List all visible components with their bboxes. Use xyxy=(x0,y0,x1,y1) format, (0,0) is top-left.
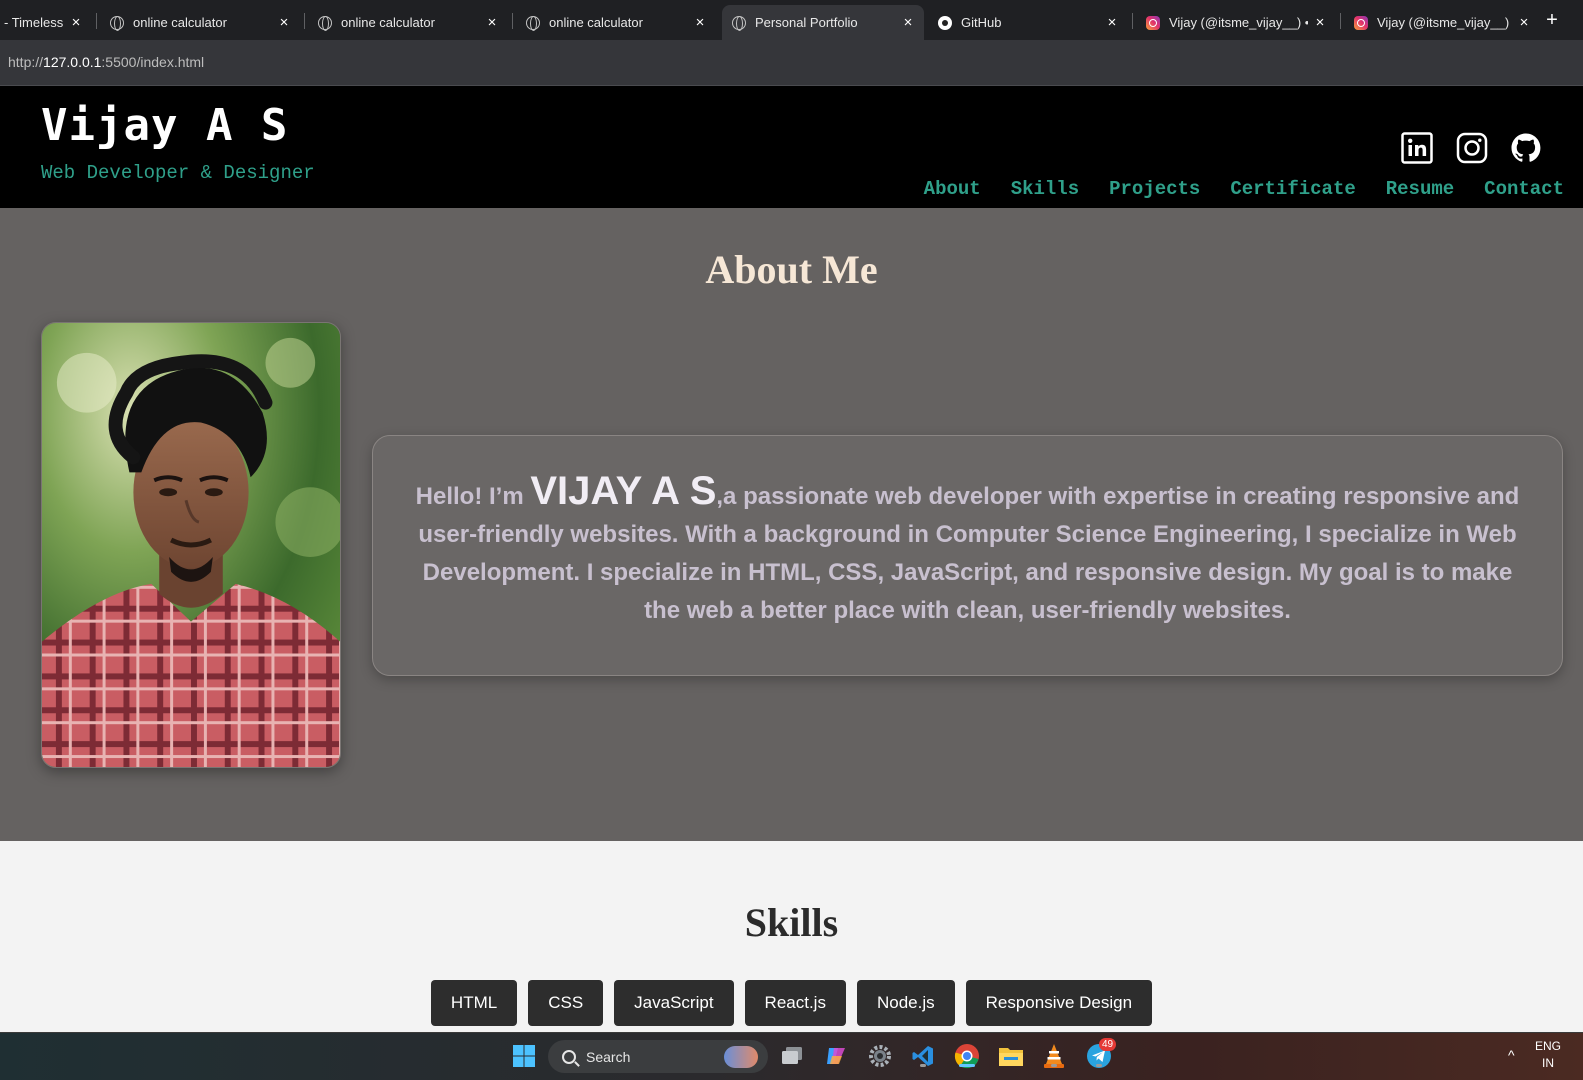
tab-personal-portfolio[interactable]: Personal Portfolio × xyxy=(722,5,924,40)
about-section: About Me Hello! I’m VIJAY A S,a passiona… xyxy=(0,208,1583,841)
globe-icon xyxy=(732,15,746,31)
tab-github[interactable]: GitHub × xyxy=(928,5,1128,40)
nav-contact[interactable]: Contact xyxy=(1484,178,1564,200)
github-icon[interactable] xyxy=(1510,132,1542,164)
tab-online-calculator-1[interactable]: online calculator × xyxy=(100,5,300,40)
profile-photo xyxy=(41,322,341,768)
skills-list: HTML CSS JavaScript React.js Node.js Res… xyxy=(0,980,1583,1026)
language-indicator[interactable]: ENG IN xyxy=(1535,1038,1561,1072)
running-indicator xyxy=(1096,1064,1102,1067)
skill-chip-css: CSS xyxy=(528,980,604,1026)
skill-chip-html: HTML xyxy=(430,980,518,1026)
language-region: IN xyxy=(1541,1056,1554,1070)
notification-badge: 49 xyxy=(1099,1038,1117,1051)
language-code: ENG xyxy=(1534,1039,1561,1053)
tab-label: Personal Portfolio xyxy=(755,15,858,30)
tab-label: online calculator xyxy=(549,15,643,30)
new-tab-button[interactable]: + xyxy=(1540,5,1564,35)
nav-resume[interactable]: Resume xyxy=(1386,178,1454,200)
url-text[interactable]: http://127.0.0.1:5500/index.html xyxy=(8,54,204,70)
running-indicator xyxy=(1051,1064,1057,1067)
taskbar-search-label: Search xyxy=(586,1048,631,1065)
file-explorer-icon[interactable] xyxy=(997,1042,1025,1070)
tab-close-icon[interactable]: × xyxy=(64,14,88,31)
tab-close-icon[interactable]: × xyxy=(272,14,296,31)
tab-separator xyxy=(96,13,97,29)
tab-separator xyxy=(1340,13,1341,29)
vlc-icon[interactable] xyxy=(1040,1042,1068,1070)
github-icon xyxy=(938,15,952,30)
tab-close-icon[interactable]: × xyxy=(896,14,920,31)
chrome-icon[interactable] xyxy=(953,1042,981,1070)
linkedin-icon[interactable] xyxy=(1401,132,1433,164)
url-path: :5500/index.html xyxy=(101,54,205,70)
about-title: About Me xyxy=(705,247,878,292)
nav-projects[interactable]: Projects xyxy=(1109,178,1200,200)
globe-icon xyxy=(318,15,332,31)
copilot-icon[interactable] xyxy=(822,1042,850,1070)
site-owner-name: Vijay A S xyxy=(41,100,289,151)
nav-skills[interactable]: Skills xyxy=(1011,178,1079,200)
tab-timeless[interactable]: - Timeless × xyxy=(0,5,92,40)
tab-separator xyxy=(1132,13,1133,29)
tab-separator xyxy=(512,13,513,29)
skill-chip-nodejs: Node.js xyxy=(856,980,955,1026)
skill-chip-javascript: JavaScript xyxy=(614,980,734,1026)
tab-online-calculator-3[interactable]: online calculator × xyxy=(516,5,716,40)
site-tagline: Web Developer & Designer xyxy=(41,162,315,184)
vscode-icon[interactable] xyxy=(909,1042,937,1070)
tab-separator xyxy=(304,13,305,29)
address-bar[interactable]: http://127.0.0.1:5500/index.html xyxy=(0,40,1583,86)
intro-greeting: Hello! I’m xyxy=(415,483,531,510)
tab-label: - Timeless xyxy=(4,15,64,30)
intro-name: VIJAY A S xyxy=(530,469,717,513)
globe-icon xyxy=(110,15,124,31)
main-nav: About Skills Projects Certificate Resume… xyxy=(924,178,1564,200)
search-highlight-icon xyxy=(724,1045,758,1068)
site-header: Vijay A S Web Developer & Designer About… xyxy=(0,86,1583,208)
instagram-icon[interactable] xyxy=(1456,132,1488,164)
skill-chip-responsive-design: Responsive Design xyxy=(965,980,1153,1026)
tab-online-calculator-2[interactable]: online calculator × xyxy=(308,5,508,40)
instagram-icon xyxy=(1146,15,1160,30)
tab-label: GitHub xyxy=(961,15,1002,30)
telegram-icon[interactable]: 49 xyxy=(1085,1038,1117,1070)
nav-certificate[interactable]: Certificate xyxy=(1230,178,1355,200)
taskbar-search[interactable]: Search xyxy=(548,1040,768,1073)
windows-taskbar: Search 49 ^ ENG IN xyxy=(0,1032,1583,1080)
tab-label: Vijay (@itsme_vijay__) • xyxy=(1169,15,1308,30)
tab-close-icon[interactable]: × xyxy=(1308,14,1332,31)
skills-section: Skills HTML CSS JavaScript React.js Node… xyxy=(0,841,1583,1032)
intro-card: Hello! I’m VIJAY A S,a passionate web de… xyxy=(372,435,1563,676)
url-host: 127.0.0.1 xyxy=(43,54,102,70)
tab-close-icon[interactable]: × xyxy=(480,14,504,31)
tab-label: online calculator xyxy=(341,15,435,30)
tab-instagram-2[interactable]: Vijay (@itsme_vijay__) • × xyxy=(1344,5,1540,40)
globe-icon xyxy=(526,15,540,31)
tab-label: online calculator xyxy=(133,15,227,30)
tab-close-icon[interactable]: × xyxy=(1512,14,1536,31)
active-indicator xyxy=(959,1064,975,1067)
url-prefix: http:// xyxy=(8,54,44,70)
tab-close-icon[interactable]: × xyxy=(688,14,712,31)
tab-close-icon[interactable]: × xyxy=(1100,14,1124,31)
search-icon xyxy=(562,1049,576,1064)
running-indicator xyxy=(920,1064,926,1067)
tab-label: Vijay (@itsme_vijay__) • xyxy=(1377,15,1512,30)
settings-icon[interactable] xyxy=(866,1042,894,1070)
instagram-icon xyxy=(1354,15,1368,30)
skill-chip-reactjs: React.js xyxy=(744,980,846,1026)
skills-title: Skills xyxy=(744,900,839,945)
windows-start-icon[interactable] xyxy=(510,1042,538,1070)
chevron-up-icon[interactable]: ^ xyxy=(1508,1047,1515,1063)
tab-instagram-1[interactable]: Vijay (@itsme_vijay__) • × xyxy=(1136,5,1336,40)
nav-about[interactable]: About xyxy=(924,178,981,200)
browser-tab-bar: - Timeless × online calculator × online … xyxy=(0,0,1583,40)
task-view-icon[interactable] xyxy=(778,1042,806,1070)
